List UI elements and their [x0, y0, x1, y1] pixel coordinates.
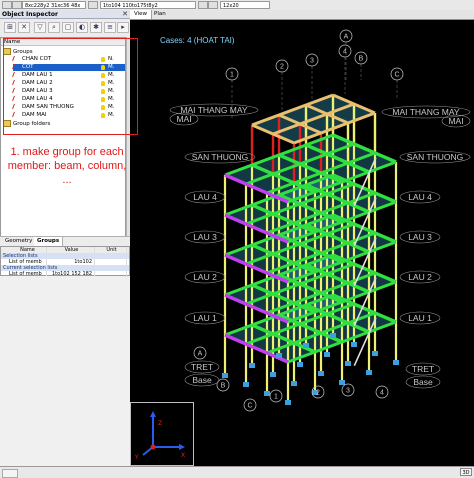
svg-text:Y: Y	[134, 454, 139, 461]
level-label: SAN THUONG	[407, 152, 464, 162]
lightbulb-icon[interactable]: ✱	[90, 22, 102, 33]
level-label: TRET	[191, 362, 213, 372]
tab-geometry[interactable]: Geometry	[2, 237, 37, 246]
toolbar-button[interactable]	[12, 1, 22, 9]
support-node	[393, 360, 399, 365]
panel-empty-area	[0, 276, 126, 466]
level-label: LAU 4	[193, 192, 217, 202]
support-node	[291, 381, 297, 386]
level-label: Base	[192, 375, 212, 385]
support-node	[264, 391, 270, 396]
grid-bubble-label: A	[344, 34, 349, 41]
status-bar: 3D	[0, 466, 474, 478]
panel-tabs: Geometry Groups	[0, 236, 130, 246]
view-3d-button[interactable]: 3D	[460, 468, 472, 476]
axis-triad-icon: Z X Y	[134, 411, 185, 461]
level-label: LAU 4	[408, 192, 432, 202]
support-node	[339, 380, 345, 385]
grid-bubble-label: 3	[310, 58, 314, 65]
support-node	[276, 353, 282, 358]
find-icon[interactable]: ⌕	[48, 22, 60, 33]
grid-bubble-label: 2	[280, 64, 284, 71]
support-node	[351, 342, 357, 347]
level-label: TRET	[412, 364, 434, 374]
new-group-icon[interactable]: ⊞	[4, 22, 16, 33]
expand-icon[interactable]: ▸	[117, 22, 129, 33]
grid-bubble-label: C	[247, 403, 252, 410]
panel-title-text: Object Inspector	[2, 11, 58, 18]
grid-bubble-label: 3	[346, 388, 350, 395]
object-inspector-title: Object Inspector ✕	[0, 10, 130, 19]
annotation-highlight-box	[3, 38, 138, 135]
selection-field-3[interactable]: 12x20	[220, 1, 270, 9]
toolbar-button[interactable]	[2, 1, 12, 9]
inspector-toolbar: ⊞ ✕ ▽ ⌕ ▢ ◐ ✱ ≡ ▸	[0, 19, 130, 38]
level-label: LAU 3	[193, 232, 217, 242]
selection-field-1[interactable]: 8xc228y2 31xc36 48x	[22, 1, 86, 9]
delete-icon[interactable]: ✕	[18, 22, 30, 33]
toolbar-button[interactable]	[88, 1, 98, 9]
support-node	[372, 351, 378, 356]
svg-text:X: X	[181, 452, 185, 459]
tab-groups[interactable]: Groups	[34, 237, 64, 246]
support-node	[285, 400, 291, 405]
support-node	[330, 333, 336, 338]
filter-icon[interactable]: ▽	[34, 22, 46, 33]
level-label: MAI	[176, 114, 191, 124]
grid-bubble-label: 1	[274, 394, 278, 401]
grid-bubble-label: B	[359, 56, 364, 63]
level-label: LAU 1	[193, 313, 217, 323]
support-node	[222, 373, 228, 378]
level-label: LAU 2	[408, 272, 432, 282]
grid-bubble-label: 1	[230, 72, 234, 79]
selection-field-2[interactable]: 1to104 110to175t8y2	[100, 1, 196, 9]
grid-bubble-label: 2	[316, 390, 320, 397]
close-icon[interactable]: ✕	[122, 10, 128, 19]
view-tabs: View Plan	[130, 10, 474, 20]
level-label: MAI	[448, 116, 463, 126]
level-label: Base	[413, 377, 433, 387]
level-label: LAU 3	[408, 232, 432, 242]
axis-triad-widget: Z X Y	[130, 402, 194, 466]
annotation-text: 1. make group for each member: beam, col…	[7, 146, 127, 186]
grid-bubble-label: B	[221, 383, 226, 390]
properties-icon[interactable]: ≡	[104, 22, 116, 33]
display-icon[interactable]: ◐	[76, 22, 88, 33]
3d-viewport[interactable]: Cases: 4 (HOAT TAI) 1 2 3 4 A B C A B C 1 2 3 4 MAI TH…	[130, 20, 474, 466]
level-label: LAU 1	[408, 313, 432, 323]
grid-bubble-label: 4	[343, 49, 347, 56]
support-node	[303, 343, 309, 348]
grid-bubble-label: A	[198, 351, 203, 358]
support-node	[345, 361, 351, 366]
support-node	[270, 372, 276, 377]
svg-text:Z: Z	[158, 420, 162, 427]
level-label: SAN THUONG	[192, 152, 249, 162]
support-node	[366, 370, 372, 375]
grid-bubble-label: 4	[380, 390, 384, 397]
select-icon[interactable]: ▢	[62, 22, 74, 33]
tab-view[interactable]: View	[130, 10, 153, 19]
grid-bubble-label: C	[394, 72, 399, 79]
level-label: LAU 2	[193, 272, 217, 282]
support-node	[249, 363, 255, 368]
property-grid: Name Value Unit Selection lists List of …	[0, 246, 130, 277]
structure-model[interactable]: 1234ABCABC12 3 4MAI THANG MAYMAISAN THUONG…	[130, 20, 474, 466]
tab-plan[interactable]: Plan	[150, 10, 170, 19]
toolbar-button[interactable]	[198, 1, 208, 9]
support-node	[318, 371, 324, 376]
support-node	[297, 362, 303, 367]
support-node	[243, 382, 249, 387]
support-node	[324, 352, 330, 357]
toolbar-button[interactable]	[208, 1, 218, 9]
